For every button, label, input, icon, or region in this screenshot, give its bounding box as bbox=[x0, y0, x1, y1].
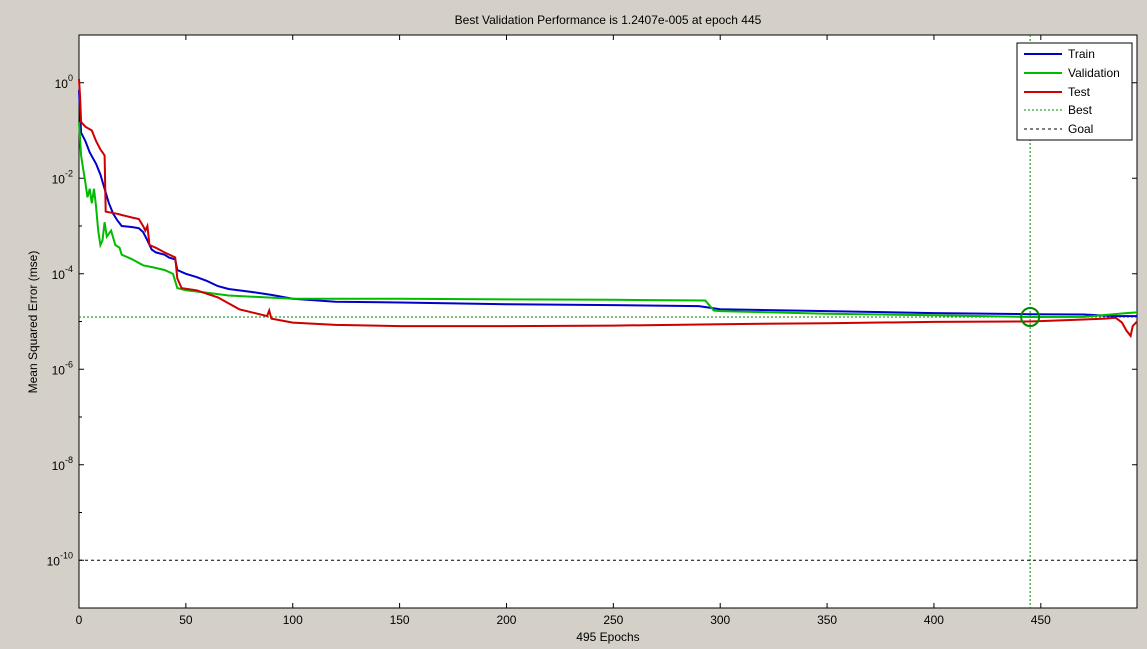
legend-train-label: Train bbox=[1068, 47, 1095, 61]
x-tick-label: 50 bbox=[179, 613, 193, 627]
legend-goal-label: Goal bbox=[1068, 122, 1093, 136]
x-axis-label: 495 Epochs bbox=[576, 630, 639, 644]
performance-figure: Best Validation Performance is 1.2407e-0… bbox=[0, 0, 1147, 649]
x-tick-label: 100 bbox=[283, 613, 303, 627]
x-tick-label: 250 bbox=[603, 613, 623, 627]
x-tick-label: 150 bbox=[390, 613, 410, 627]
x-tick-label: 300 bbox=[710, 613, 730, 627]
legend: Train Validation Test Best Goal bbox=[1016, 42, 1133, 141]
x-tick-label: 450 bbox=[1031, 613, 1051, 627]
x-tick-label: 400 bbox=[924, 613, 944, 627]
x-tick-label: 0 bbox=[76, 613, 83, 627]
x-tick-label: 200 bbox=[496, 613, 516, 627]
y-axis-label: Mean Squared Error (mse) bbox=[26, 251, 40, 394]
legend-validation-label: Validation bbox=[1068, 66, 1120, 80]
legend-best-label: Best bbox=[1068, 103, 1093, 117]
legend-test-label: Test bbox=[1068, 85, 1091, 99]
chart-title: Best Validation Performance is 1.2407e-0… bbox=[455, 13, 762, 27]
x-tick-label: 350 bbox=[817, 613, 837, 627]
